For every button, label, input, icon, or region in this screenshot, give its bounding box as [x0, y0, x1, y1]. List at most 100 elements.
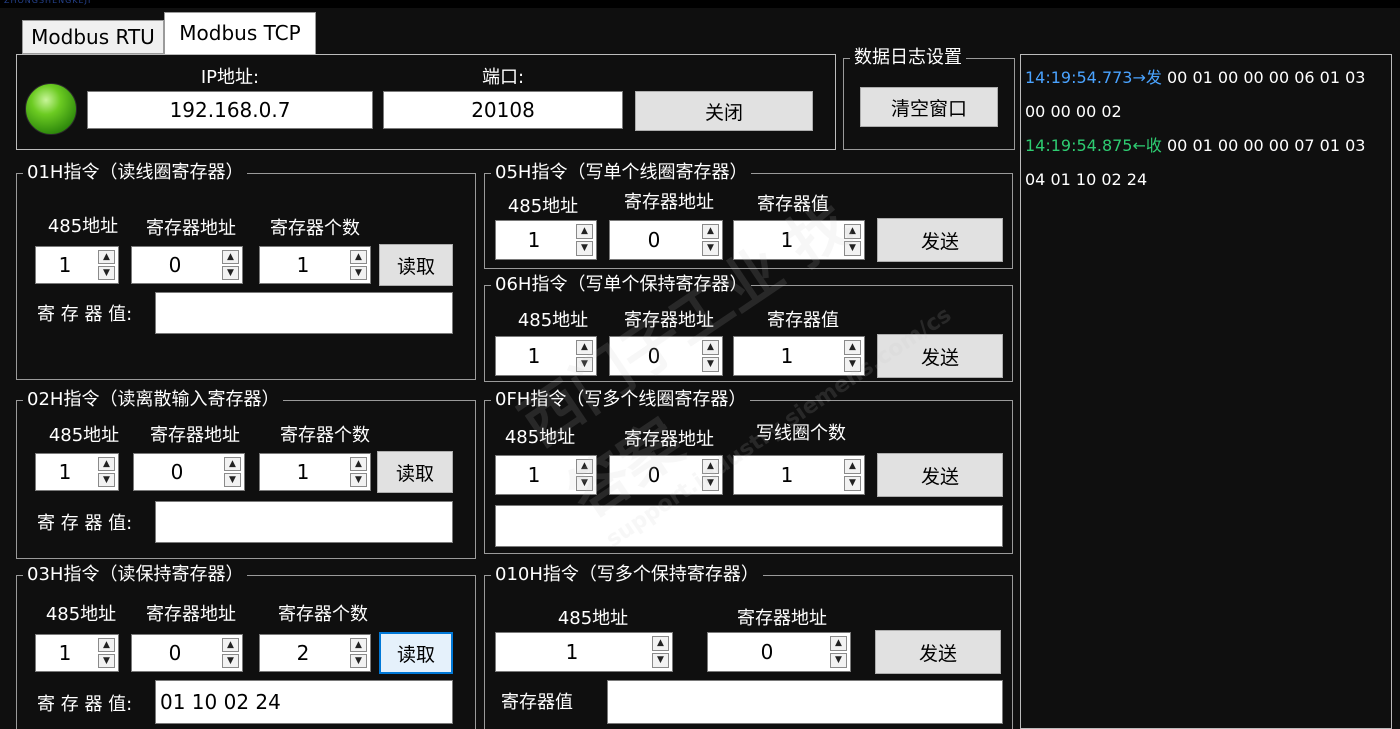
addr-label: 485地址 [504, 427, 576, 448]
reg-count-stepper[interactable]: 2 ▲ ▼ [259, 634, 371, 672]
reg-addr-label: 寄存器地址 [146, 218, 236, 239]
spin-up-icon[interactable]: ▲ [830, 636, 847, 651]
spin-up-icon[interactable]: ▲ [576, 224, 593, 239]
addr-stepper[interactable]: 1 ▲ ▼ [495, 632, 673, 672]
reg-addr-stepper[interactable]: 0 ▲ ▼ [609, 455, 723, 495]
read-button[interactable]: 读取 [379, 244, 453, 286]
spin-down-icon[interactable]: ▼ [576, 476, 593, 491]
reg-count-label: 寄存器个数 [280, 425, 370, 446]
spin-up-icon[interactable]: ▲ [576, 459, 593, 474]
reg-value-field[interactable]: 01 10 02 24 [155, 680, 453, 724]
group-0fh: 0FH指令（写多个线圈寄存器） 485地址 寄存器地址 写线圈个数 1 ▲ ▼ 0 ▲… [484, 389, 1013, 554]
coil-count-stepper[interactable]: 1 ▲ ▼ [733, 455, 865, 495]
addr-label: 485地址 [45, 604, 117, 625]
group-0fh-title: 0FH指令（写多个线圈寄存器） [491, 389, 751, 411]
spin-down-icon[interactable]: ▼ [830, 653, 847, 668]
spin-up-icon[interactable]: ▲ [702, 224, 719, 239]
addr-label: 485地址 [48, 425, 120, 446]
reg-addr-stepper[interactable]: 0 ▲ ▼ [131, 246, 243, 284]
coil-values-field[interactable] [495, 505, 1003, 547]
reg-value-field[interactable] [155, 292, 453, 334]
reg-addr-stepper[interactable]: 0 ▲ ▼ [133, 453, 245, 491]
close-connection-button[interactable]: 关闭 [635, 91, 813, 131]
spin-down-icon[interactable]: ▼ [576, 241, 593, 256]
group-010h-title: 010H指令（写多个保持寄存器） [491, 564, 763, 586]
group-03h: 03H指令（读保持寄存器） 485地址 寄存器地址 寄存器个数 1 ▲ ▼ 0 ▲ ▼ … [16, 564, 476, 729]
spin-up-icon[interactable]: ▲ [844, 459, 861, 474]
reg-addr-stepper[interactable]: 0 ▲ ▼ [131, 634, 243, 672]
reg-addr-stepper[interactable]: 0 ▲ ▼ [609, 220, 723, 260]
group-010h: 010H指令（写多个保持寄存器） 485地址 寄存器地址 1 ▲ ▼ 0 ▲ ▼ 发送 … [484, 564, 1013, 729]
spin-down-icon[interactable]: ▼ [844, 357, 861, 372]
spin-down-icon[interactable]: ▼ [350, 654, 367, 668]
spin-down-icon[interactable]: ▼ [844, 241, 861, 256]
addr-stepper[interactable]: 1 ▲ ▼ [35, 246, 119, 284]
port-field[interactable]: 20108 [383, 91, 623, 129]
addr-stepper[interactable]: 1 ▲ ▼ [35, 453, 119, 491]
spin-down-icon[interactable]: ▼ [98, 473, 115, 487]
send-button[interactable]: 发送 [875, 630, 1001, 674]
spin-up-icon[interactable]: ▲ [844, 340, 861, 355]
addr-label: 485地址 [507, 196, 579, 217]
spin-up-icon[interactable]: ▲ [98, 250, 115, 264]
spin-up-icon[interactable]: ▲ [350, 250, 367, 264]
ip-address-field[interactable]: 192.168.0.7 [87, 91, 373, 129]
coil-count-label: 写线圈个数 [756, 423, 846, 444]
reg-value-field[interactable] [155, 501, 453, 543]
read-button[interactable]: 读取 [377, 451, 453, 493]
spin-down-icon[interactable]: ▼ [98, 266, 115, 280]
logo-text: ZHONGSHENGKEJI [4, 0, 92, 5]
spin-down-icon[interactable]: ▼ [98, 654, 115, 668]
tab-modbus-tcp[interactable]: Modbus TCP [164, 12, 316, 54]
spin-up-icon[interactable]: ▲ [98, 638, 115, 652]
group-02h-title: 02H指令（读离散输入寄存器） [23, 389, 284, 411]
spin-down-icon[interactable]: ▼ [702, 241, 719, 256]
spin-down-icon[interactable]: ▼ [576, 357, 593, 372]
reg-value-label: 寄存器值 [757, 194, 829, 215]
spin-down-icon[interactable]: ▼ [652, 653, 669, 668]
spin-up-icon[interactable]: ▲ [222, 638, 239, 652]
spin-down-icon[interactable]: ▼ [224, 473, 241, 487]
log-window[interactable]: 14:19:54.773→发 00 01 00 00 00 06 01 03 0… [1020, 54, 1392, 729]
spin-down-icon[interactable]: ▼ [222, 266, 239, 280]
spin-down-icon[interactable]: ▼ [702, 476, 719, 491]
reg-addr-label: 寄存器地址 [624, 192, 714, 213]
addr-stepper[interactable]: 1 ▲ ▼ [495, 336, 597, 376]
spin-up-icon[interactable]: ▲ [844, 224, 861, 239]
spin-up-icon[interactable]: ▲ [350, 457, 367, 471]
clear-window-button[interactable]: 清空窗口 [860, 87, 998, 127]
reg-count-stepper[interactable]: 1 ▲ ▼ [259, 246, 371, 284]
spin-up-icon[interactable]: ▲ [350, 638, 367, 652]
spin-down-icon[interactable]: ▼ [844, 476, 861, 491]
send-button[interactable]: 发送 [877, 453, 1003, 497]
addr-stepper[interactable]: 1 ▲ ▼ [35, 634, 119, 672]
spin-up-icon[interactable]: ▲ [576, 340, 593, 355]
reg-addr-label: 寄存器地址 [737, 608, 827, 629]
group-05h-title: 05H指令（写单个线圈寄存器） [491, 162, 752, 184]
send-button[interactable]: 发送 [877, 218, 1003, 262]
spin-up-icon[interactable]: ▲ [222, 250, 239, 264]
addr-stepper[interactable]: 1 ▲ ▼ [495, 220, 597, 260]
reg-count-stepper[interactable]: 1 ▲ ▼ [259, 453, 371, 491]
spin-up-icon[interactable]: ▲ [702, 340, 719, 355]
reg-addr-label: 寄存器地址 [146, 604, 236, 625]
read-button[interactable]: 读取 [379, 632, 453, 674]
spin-down-icon[interactable]: ▼ [702, 357, 719, 372]
spin-up-icon[interactable]: ▲ [98, 457, 115, 471]
reg-value-stepper[interactable]: 1 ▲ ▼ [733, 336, 865, 376]
connection-status-led [25, 83, 77, 135]
spin-down-icon[interactable]: ▼ [350, 473, 367, 487]
tab-modbus-rtu[interactable]: Modbus RTU [22, 20, 164, 54]
spin-up-icon[interactable]: ▲ [702, 459, 719, 474]
spin-up-icon[interactable]: ▲ [652, 636, 669, 651]
send-button[interactable]: 发送 [877, 334, 1003, 378]
spin-down-icon[interactable]: ▼ [222, 654, 239, 668]
reg-value-stepper[interactable]: 1 ▲ ▼ [733, 220, 865, 260]
reg-count-label: 寄存器个数 [270, 218, 360, 239]
addr-stepper[interactable]: 1 ▲ ▼ [495, 455, 597, 495]
reg-addr-stepper[interactable]: 0 ▲ ▼ [707, 632, 851, 672]
reg-value-field[interactable] [607, 680, 1003, 724]
spin-down-icon[interactable]: ▼ [350, 266, 367, 280]
reg-addr-stepper[interactable]: 0 ▲ ▼ [609, 336, 723, 376]
spin-up-icon[interactable]: ▲ [224, 457, 241, 471]
